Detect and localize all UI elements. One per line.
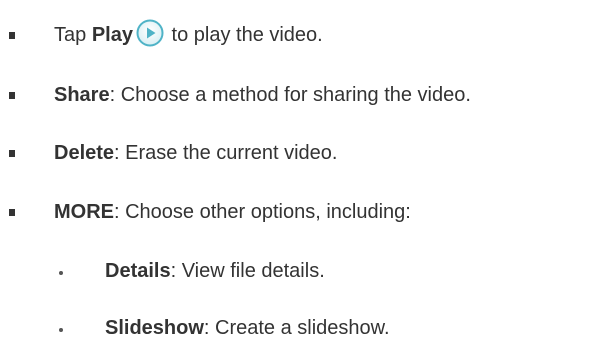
list-item-text: Delete: Erase the current video. bbox=[54, 138, 337, 168]
more-description: : Choose other options, including: bbox=[114, 201, 411, 223]
list-item-text: Share: Choose a method for sharing the v… bbox=[54, 80, 471, 110]
square-bullet bbox=[9, 32, 15, 39]
share-description: : Choose a method for sharing the video. bbox=[109, 84, 471, 106]
play-circle-icon bbox=[136, 19, 164, 47]
play-prefix: Tap bbox=[54, 24, 92, 46]
delete-label: Delete bbox=[54, 142, 115, 164]
delete-description: : Erase the current video. bbox=[114, 142, 338, 164]
slideshow-label: Slideshow bbox=[105, 317, 204, 339]
square-bullet bbox=[9, 209, 15, 216]
details-description: : View file details. bbox=[170, 260, 325, 282]
details-label: Details bbox=[105, 260, 171, 282]
play-suffix: to play the video. bbox=[165, 24, 323, 46]
share-label: Share bbox=[54, 84, 110, 106]
slideshow-description: : Create a slideshow. bbox=[203, 317, 390, 339]
list-item-text: Slideshow: Create a slideshow. bbox=[105, 313, 390, 343]
round-bullet bbox=[59, 271, 63, 275]
square-bullet bbox=[9, 92, 15, 99]
list-item-text: Tap Play to play the video. bbox=[54, 19, 323, 50]
more-label: MORE bbox=[54, 201, 114, 223]
list-item-text: Details: View file details. bbox=[105, 256, 325, 286]
list-item-text: MORE: Choose other options, including: bbox=[54, 197, 411, 227]
play-label: Play bbox=[91, 24, 133, 46]
round-bullet bbox=[59, 328, 63, 332]
square-bullet bbox=[9, 150, 15, 157]
